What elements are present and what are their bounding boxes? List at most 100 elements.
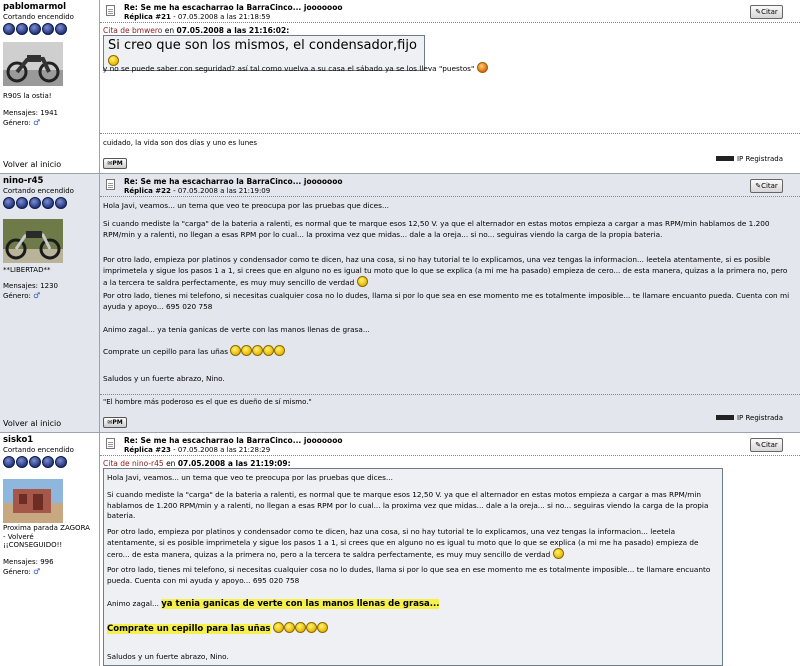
user-title: Cortando encendido [3,187,74,195]
signature: "El hombre más poderoso es el que es due… [103,398,312,406]
quote-paragraph: Por otro lado, empieza por platinos y co… [107,527,714,561]
reply-date: - 07.05.2008 a las 21:19:09 [170,187,271,195]
gender: Género: ♂ [3,291,40,301]
quote-author-link[interactable]: bmwero [132,26,162,35]
body-text: Por otro lado, empieza por platinos y co… [103,255,788,287]
quote-author-link[interactable]: nino-r45 [132,459,164,468]
quote-button[interactable]: ✎Citar [750,438,783,452]
rank-star-icon [16,197,28,209]
post-text: y no se puede saber con seguridad? así t… [103,62,792,75]
quote-button[interactable]: ✎Citar [750,179,783,193]
quote-paragraph: Si cuando mediste la "carga" de la bater… [107,490,709,520]
gender-label: Género: [3,292,31,300]
tongue-smiley-icon [476,62,488,73]
rank-stars [3,197,67,209]
gender-label: Género: [3,119,31,127]
highlighted-text: Comprate un cepillo para las uñas [107,624,271,634]
quote-header: Cita de bmwero en 07.05.2008 a las 21:16… [103,26,289,35]
reply-number[interactable]: Réplica #21 [124,13,171,21]
rank-stars [3,23,67,35]
grin-icon [272,622,284,633]
body-paragraph: Saludos y un fuerte abrazo, Nino. [103,374,225,383]
grin-icon [316,622,328,633]
body-paragraph: Por otro lado, tienes mi telefono, si ne… [103,291,790,311]
quote-text: Por otro lado, empieza por platinos y co… [107,527,699,559]
pm-button[interactable]: ✉PM [103,417,127,428]
username[interactable]: sisko1 [3,435,33,445]
user-title: Cortando encendido [3,13,74,21]
highlighted-text: ya tenia ganicas de verte con las manos … [161,599,440,609]
quote-prefix: Cita de [103,26,130,35]
grin-icon [263,345,275,356]
grin-icon [241,345,253,356]
reply-number[interactable]: Réplica #23 [124,446,171,454]
post-22: nino-r45 Cortando encendido **LIBERTAD**… [0,174,800,432]
reply-date: - 07.05.2008 a las 21:18:59 [170,13,271,21]
quote-box: Hola Javi, veamos... un tema que veo te … [103,468,723,666]
avatar-caption: R90S la ostia! [3,92,52,100]
ip-registered: IP Registrada [715,414,783,422]
grin-icon [274,345,286,356]
male-icon: ♂ [33,291,41,300]
smiley-icon [356,276,368,287]
document-icon [106,5,115,16]
post-subject[interactable]: Re: Se me ha escacharrao la BarraCinco..… [124,436,343,445]
avatar[interactable] [3,42,63,86]
document-icon [106,179,115,190]
grin-icon [230,345,242,356]
ip-label: IP Registrada [736,155,783,163]
reply-number[interactable]: Réplica #22 [124,187,171,195]
back-to-top-link[interactable]: Volver al inicio [3,419,61,428]
signature-separator [100,133,800,134]
grin-icon [305,622,317,633]
post-meta: Réplica #23 - 07.05.2008 a las 21:28:29 [124,446,270,454]
signature-separator [100,394,800,395]
header-separator [100,196,800,197]
avatar-caption: **LIBERTAD** [3,266,51,274]
rank-star-icon [55,197,67,209]
rank-star-icon [55,456,67,468]
ip-registered: IP Registrada [715,155,783,163]
rank-star-icon [3,197,15,209]
username[interactable]: nino-r45 [3,176,43,186]
post-content: Re: Se me ha escacharrao la BarraCinco..… [99,433,800,666]
avatar[interactable] [3,219,63,263]
rank-star-icon [3,23,15,35]
rank-star-icon [55,23,67,35]
quote-header: Cita de nino-r45 en 07.05.2008 a las 21:… [103,459,291,468]
body-paragraph: Hola Javi, veamos... un tema que veo te … [103,201,389,210]
smiley-icon [552,548,564,559]
quote-on: en [166,459,176,468]
male-icon: ♂ [33,567,41,576]
quote-date: 07.05.2008 a las 21:19:09: [177,459,291,468]
rank-star-icon [16,23,28,35]
post-content: Re: Se me ha escacharrao la BarraCinco..… [99,0,800,173]
post-21: pablomarmol Cortando encendido R90S la o… [0,0,800,173]
back-to-top-link[interactable]: Volver al inicio [3,160,61,169]
post-content: Re: Se me ha escacharrao la BarraCinco..… [99,174,800,432]
rank-star-icon [29,23,41,35]
quote-button[interactable]: ✎Citar [750,5,783,19]
grin-icon [294,622,306,633]
username[interactable]: pablomarmol [3,2,66,12]
header-separator [100,455,800,456]
pm-button[interactable]: ✉PM [103,158,127,169]
rank-star-icon [42,197,54,209]
quote-paragraph: Comprate un cepillo para las uñas [107,622,714,635]
quote-paragraph: Animo zagal... ya tenia ganicas de verte… [107,599,714,610]
rank-star-icon [42,23,54,35]
post-subject[interactable]: Re: Se me ha escacharrao la BarraCinco..… [124,3,343,12]
quote-date: 07.05.2008 a las 21:16:02: [176,26,290,35]
post-subject[interactable]: Re: Se me ha escacharrao la BarraCinco..… [124,177,343,186]
author-panel: sisko1 Cortando encendido Proxima parada… [0,433,99,666]
rank-star-icon [29,456,41,468]
header-separator [100,22,800,23]
quote-text: Si creo que son los mismos, el condensad… [108,38,417,53]
quote-on: en [164,26,175,35]
avatar[interactable] [3,479,63,523]
gender: Género: ♂ [3,118,40,128]
quote-paragraph: Saludos y un fuerte abrazo, Nino. [107,652,229,661]
post-count: Mensajes: 1230 [3,282,59,290]
male-icon: ♂ [33,118,41,127]
quote-paragraph: Por otro lado, tienes mi telefono, si ne… [107,565,711,585]
